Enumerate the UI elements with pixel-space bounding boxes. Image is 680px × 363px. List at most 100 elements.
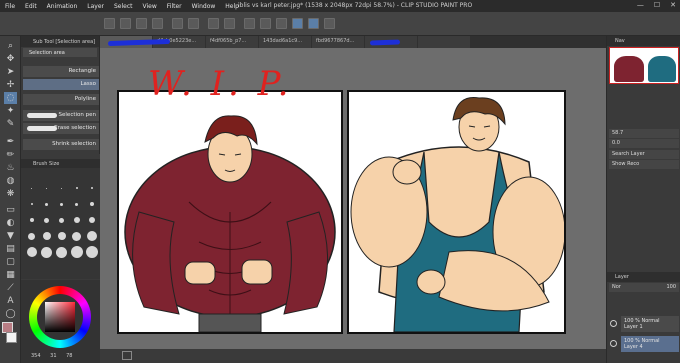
- visibility-eye-icon[interactable]: [610, 320, 617, 327]
- menu-file[interactable]: File: [0, 3, 20, 10]
- saturation-value-square[interactable]: [45, 302, 75, 332]
- tab-doc-3[interactable]: f4df065b_p7...: [206, 36, 258, 48]
- brush-size-cell[interactable]: [70, 181, 83, 195]
- brush-size-cell[interactable]: [40, 245, 53, 259]
- blend-tool-icon[interactable]: ◐: [4, 217, 17, 229]
- text-tool-icon[interactable]: A: [4, 295, 17, 307]
- clear-icon[interactable]: [208, 18, 219, 29]
- airbrush-tool-icon[interactable]: ◍: [4, 175, 17, 187]
- brush-size-cell[interactable]: [70, 245, 83, 259]
- subtool-group-tab[interactable]: Selection area: [23, 48, 97, 57]
- brush-size-dot: [90, 187, 93, 189]
- visibility-eye-icon[interactable]: [610, 340, 617, 347]
- brush-size-cell[interactable]: [85, 245, 98, 259]
- ruler-tool-icon[interactable]: ⟋: [4, 282, 17, 294]
- selection-tool-icon[interactable]: ◌: [4, 92, 17, 104]
- brush-size-dot: [26, 247, 37, 257]
- title-bar: File Edit Animation Layer Select View Fi…: [0, 0, 680, 12]
- subtool-rectangle[interactable]: Rectangle: [23, 66, 99, 77]
- redo-icon[interactable]: [188, 18, 199, 29]
- brush-tool-icon[interactable]: ♨: [4, 162, 17, 174]
- brush-size-cell[interactable]: [85, 181, 98, 195]
- move-tool-icon[interactable]: ✥: [4, 53, 17, 65]
- navigator-toggle-icon[interactable]: [122, 351, 132, 360]
- brush-size-cell[interactable]: [85, 229, 98, 243]
- brush-size-cell[interactable]: [70, 197, 83, 211]
- subtool-shrink-selection[interactable]: Shrink selection: [23, 139, 99, 150]
- decoration-tool-icon[interactable]: ❋: [4, 188, 17, 200]
- operation-tool-icon[interactable]: ➤: [4, 66, 17, 78]
- subtool-erase-selection[interactable]: Erase selection: [23, 123, 99, 134]
- open-file-icon[interactable]: [120, 18, 131, 29]
- brush-size-cell[interactable]: [55, 181, 68, 195]
- angle-field[interactable]: 0.0: [609, 139, 679, 148]
- fill-tool-icon[interactable]: ▼: [4, 230, 17, 242]
- snap-ruler-icon[interactable]: [292, 18, 303, 29]
- brush-size-cell[interactable]: [25, 213, 38, 227]
- navigator-thumbnail[interactable]: [609, 47, 679, 84]
- brush-size-cell[interactable]: [25, 229, 38, 243]
- move-layer-tool-icon[interactable]: ✢: [4, 79, 17, 91]
- frame-tool-icon[interactable]: ▦: [4, 269, 17, 281]
- snap-perspective-icon[interactable]: [324, 18, 335, 29]
- search-layer-bar[interactable]: Search Layer: [609, 150, 679, 159]
- brush-size-cell[interactable]: [85, 213, 98, 227]
- brush-size-cell[interactable]: [55, 213, 68, 227]
- minimize-button[interactable]: —: [637, 1, 644, 9]
- deselect-icon[interactable]: [260, 18, 271, 29]
- menu-view[interactable]: View: [138, 3, 162, 10]
- menu-window[interactable]: Window: [187, 3, 221, 10]
- brush-size-cell[interactable]: [25, 181, 38, 195]
- pen-tool-icon[interactable]: ✒: [4, 136, 17, 148]
- save-icon[interactable]: [136, 18, 147, 29]
- export-icon[interactable]: [152, 18, 163, 29]
- brush-size-cell[interactable]: [40, 213, 53, 227]
- transform-icon[interactable]: [244, 18, 255, 29]
- brush-size-cell[interactable]: [40, 181, 53, 195]
- brush-size-cell[interactable]: [55, 229, 68, 243]
- new-file-icon[interactable]: [104, 18, 115, 29]
- brush-size-cell[interactable]: [70, 213, 83, 227]
- eyedropper-tool-icon[interactable]: ✎: [4, 118, 17, 130]
- menu-layer[interactable]: Layer: [82, 3, 109, 10]
- menu-select[interactable]: Select: [109, 3, 138, 10]
- brush-size-cell[interactable]: [85, 197, 98, 211]
- comic-panel-right[interactable]: [347, 90, 566, 334]
- tab-doc-5[interactable]: fbd9677867d...: [312, 36, 364, 48]
- figure-tool-icon[interactable]: ▢: [4, 256, 17, 268]
- brush-size-cell[interactable]: [55, 197, 68, 211]
- undo-icon[interactable]: [172, 18, 183, 29]
- auto-select-tool-icon[interactable]: ✦: [4, 105, 17, 117]
- eraser-tool-icon[interactable]: ▭: [4, 204, 17, 216]
- snap-grid-icon[interactable]: [308, 18, 319, 29]
- balloon-tool-icon[interactable]: ◯: [4, 308, 17, 320]
- brush-size-cell[interactable]: [40, 197, 53, 211]
- sub-color-swatch[interactable]: [6, 332, 17, 343]
- menu-animation[interactable]: Animation: [42, 3, 83, 10]
- brush-size-cell[interactable]: [25, 245, 38, 259]
- gradient-tool-icon[interactable]: ▤: [4, 243, 17, 255]
- brush-size-cell[interactable]: [55, 245, 68, 259]
- subtool-lasso[interactable]: Lasso: [23, 79, 99, 90]
- zoom-field[interactable]: 58.7: [609, 129, 679, 138]
- tab-doc-4[interactable]: 143dad6a1c9...: [259, 36, 311, 48]
- close-button[interactable]: ✕: [670, 1, 676, 9]
- layer-row-selected[interactable]: 100 % Normal Layer 4: [621, 336, 679, 352]
- invert-selection-icon[interactable]: [276, 18, 287, 29]
- brush-size-cell[interactable]: [70, 229, 83, 243]
- brush-size-cell[interactable]: [25, 197, 38, 211]
- layer-row[interactable]: 100 % Normal Layer 1: [621, 316, 679, 332]
- maximize-button[interactable]: ☐: [654, 1, 660, 9]
- show-recommended-dropdown[interactable]: Show Reco: [609, 160, 679, 169]
- layer-mode-dropdown[interactable]: Nor 100: [609, 283, 679, 292]
- comic-panel-left[interactable]: [117, 90, 343, 334]
- zoom-tool-icon[interactable]: ⌕: [4, 40, 17, 52]
- menu-filter[interactable]: Filter: [162, 3, 187, 10]
- subtool-polyline[interactable]: Polyline: [23, 94, 99, 105]
- menu-edit[interactable]: Edit: [20, 3, 42, 10]
- fill-icon[interactable]: [224, 18, 235, 29]
- brush-size-cell[interactable]: [40, 229, 53, 243]
- subtool-selection-pen[interactable]: Selection pen: [23, 110, 99, 121]
- pencil-tool-icon[interactable]: ✏: [4, 149, 17, 161]
- tab-doc-7[interactable]: [418, 36, 470, 48]
